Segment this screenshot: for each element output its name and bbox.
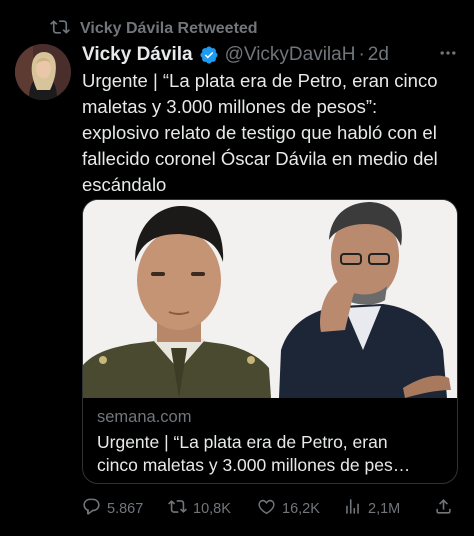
share-button[interactable] (434, 497, 453, 520)
link-card-title-line: cinco maletas y 3.000 millones de pes… (97, 455, 411, 475)
tweet-text-line: maletas y 3.000 millones de pesos”: (82, 96, 378, 117)
link-card[interactable]: semana.com Urgente | “La plata era de Pe… (82, 199, 458, 484)
author-handle[interactable]: @VickyDavilaH (225, 44, 356, 66)
tweet-text: Urgente | “La plata era de Petro, eran c… (82, 68, 462, 198)
like-button[interactable]: 16,2K (257, 497, 320, 520)
author-name[interactable]: Vicky Dávila (82, 44, 193, 66)
link-card-title-line: Urgente | “La plata era de Petro, eran (97, 432, 388, 452)
retweet-count: 10,8K (193, 500, 231, 517)
tweet-text-line: fallecido coronel Óscar Dávila en medio … (82, 148, 438, 169)
views-button[interactable]: 2,1M (343, 497, 400, 520)
verified-badge-icon (199, 45, 219, 65)
link-card-domain: semana.com (97, 408, 192, 426)
tweet-actions: 5.867 10,8K 16,2K 2,1M (82, 497, 458, 519)
views-count: 2,1M (368, 500, 401, 517)
share-icon (434, 497, 453, 520)
heart-icon (257, 497, 276, 520)
retweet-banner[interactable]: Vicky Dávila Retweeted (50, 19, 258, 39)
reply-count: 5.867 (107, 500, 144, 517)
retweet-icon (50, 17, 70, 42)
link-card-image (83, 200, 457, 398)
retweet-banner-text: Vicky Dávila Retweeted (80, 20, 258, 37)
tweet-text-line: escándalo (82, 174, 167, 195)
separator-dot: · (358, 44, 365, 65)
tweet-timestamp[interactable]: 2d (368, 44, 389, 66)
reply-button[interactable]: 5.867 (82, 497, 143, 520)
tweet-header: Vicky Dávila @VickyDavilaH · 2d (82, 42, 458, 68)
avatar[interactable] (15, 44, 71, 100)
tweet-text-line: Urgente | “La plata era de Petro, eran c… (82, 70, 438, 91)
link-card-title: Urgente | “La plata era de Petro, eran c… (97, 431, 447, 477)
retweet-button[interactable]: 10,8K (168, 497, 231, 520)
retweet-action-icon (168, 497, 187, 520)
reply-icon (82, 497, 101, 520)
tweet-text-line: explosivo relato de testigo que habló co… (82, 122, 437, 143)
views-chart-icon (343, 497, 362, 520)
like-count: 16,2K (282, 500, 320, 517)
more-options-icon[interactable] (438, 43, 458, 68)
